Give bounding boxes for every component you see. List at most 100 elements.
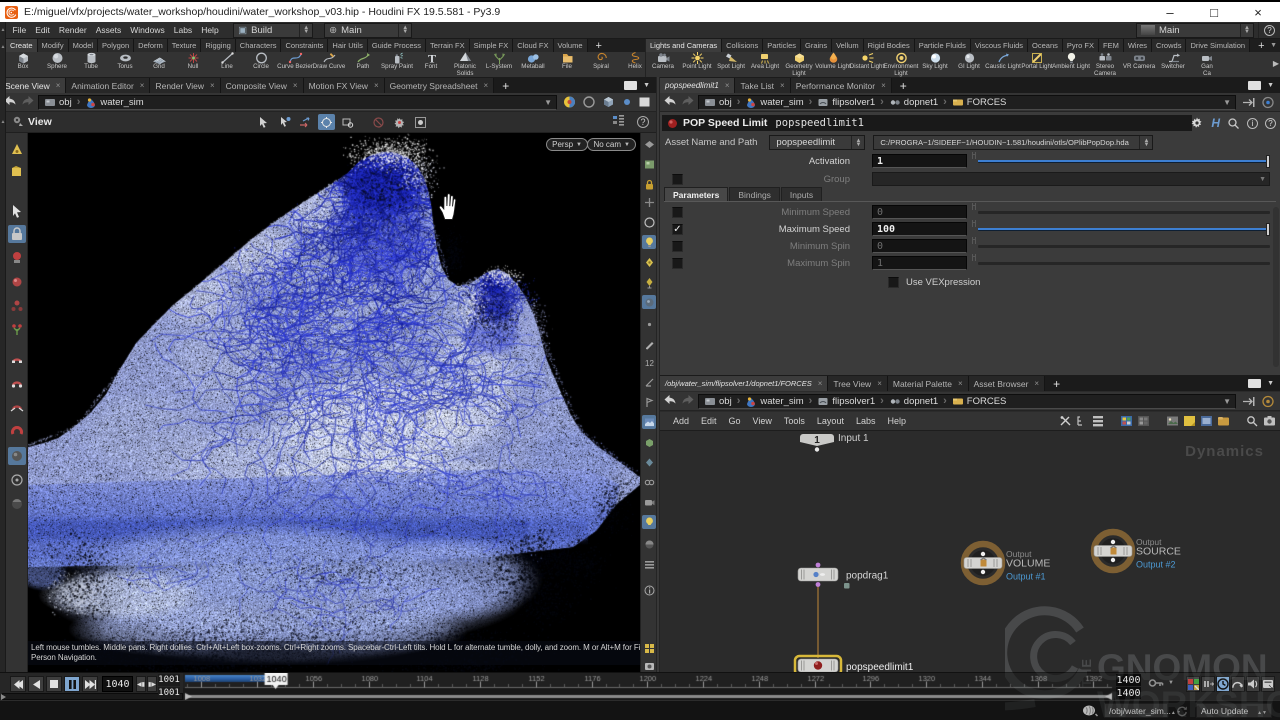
pane-menu-icon[interactable]: ▼ [1267,82,1274,89]
current-frame-field[interactable]: 1040 [102,676,133,692]
pane-tab-asset-browser[interactable]: Asset Browser× [969,376,1045,391]
scene-viewport[interactable]: Persp▼ No cam▼ Left mouse tumbles. Middl… [28,133,640,672]
pane-tab-take-list[interactable]: Take List× [735,78,790,93]
pane-tab-animation-editor[interactable]: Animation Editor× [66,78,150,93]
background-icon[interactable] [642,415,656,429]
follow-playbar-button[interactable] [1201,676,1215,692]
shelf-tool-camera[interactable]: Camera [646,51,680,77]
shelf-tools-overflow-icon[interactable]: ▶ [1273,59,1279,68]
path-segment-obj[interactable]: obj [702,97,734,108]
minimum-spin-slider[interactable] [978,239,1270,253]
network-path-field[interactable]: obj›water_sim›flipsolver1›dopnet1›FORCES… [698,95,1236,110]
shelf-tool-vr-camera[interactable]: VR Camera [1122,51,1156,77]
info-icon[interactable]: i [1247,118,1258,129]
shelfset-combo[interactable]: Main ▲▼ [1136,23,1254,38]
stop-button[interactable] [46,676,62,692]
shelf-tool-file[interactable]: File [550,51,584,77]
shelf-tool-caustic-light[interactable]: Caustic Light [986,51,1020,77]
path-segment-dopnet1[interactable]: dopnet1 [887,396,940,407]
maximize-button[interactable]: □ [1192,2,1236,22]
close-tab-icon[interactable]: × [877,379,882,388]
shelf-tool-tube[interactable]: Tube [74,51,108,77]
realtime-toggle-button[interactable] [1216,676,1230,692]
visibility-icon[interactable] [642,137,656,151]
shelfset-combo-spinner[interactable]: ▲▼ [1240,24,1253,37]
keyframe-options[interactable]: ▼ [1148,677,1174,689]
crosshair-icon[interactable] [642,195,656,209]
settings-box-icon[interactable] [412,114,429,130]
pane-tab-motion-fx-view[interactable]: Motion FX View× [304,78,385,93]
geometry-state-icon[interactable] [8,163,26,181]
path-dropdown-icon[interactable]: ▼ [540,98,556,107]
snapshot-icon[interactable] [642,659,656,673]
help-button[interactable]: ? [1258,22,1280,38]
scale-icon[interactable] [8,297,26,315]
network-box-icon[interactable] [1200,415,1213,427]
shelf-tool-ambient-light[interactable]: Ambient Light [1054,51,1088,77]
shelf-tool-l-system[interactable]: L-System [482,51,516,77]
menu-windows[interactable]: Windows [126,22,169,38]
pause-button[interactable] [64,676,80,692]
shelf-tool-point-light[interactable]: Point Light [680,51,714,77]
shelf-tool-metaball[interactable]: Metaball [516,51,550,77]
shade-icon[interactable] [642,537,656,551]
playback-end-field[interactable]: 1400 [1116,687,1141,699]
choose-network-icon[interactable] [562,95,577,109]
dopnet-sim-button[interactable] [1231,676,1245,692]
move-tool-icon[interactable] [297,114,314,130]
select-tool-icon[interactable] [255,114,272,130]
shelf-tool-spiral[interactable]: Spiral [584,51,618,77]
shelf-tool-line[interactable]: Line [210,51,244,77]
scene-image-icon[interactable] [642,157,656,171]
net-menu-tools[interactable]: Tools [778,412,811,430]
desktop-combo-spinner[interactable]: ▲▼ [398,24,411,37]
menu-file[interactable]: File [8,22,31,38]
box-zoom-tool-icon[interactable] [339,114,356,130]
select-mode-icon[interactable] [8,203,26,221]
shelf-tool-switcher[interactable]: Switcher [1156,51,1190,77]
net-menu-add[interactable]: Add [667,412,695,430]
shelf-tool-circle[interactable]: Circle [244,51,278,77]
shelf-tool-null[interactable]: Null [176,51,210,77]
path-segment-forces[interactable]: FORCES [950,97,1009,108]
activation-field[interactable]: 1 [872,154,967,168]
pane-layout-icon[interactable] [624,81,637,90]
rgb-display-button[interactable] [1186,676,1200,692]
audio-button[interactable] [1246,676,1260,692]
shelf-tool-draw-curve[interactable]: Draw Curve [312,51,346,77]
add-pane-tab-button[interactable]: + [1045,376,1068,391]
close-tab-icon[interactable]: × [210,81,215,90]
close-tab-icon[interactable]: × [725,81,730,90]
asset-name-combo[interactable]: popspeedlimit ▲▼ [769,135,865,150]
nav-forward-icon[interactable] [22,95,35,109]
param-help-icon[interactable]: ? [1265,118,1276,129]
playback-start-field[interactable]: 1001 [158,687,180,699]
display-options-icon[interactable] [612,114,626,130]
path-segment-flipsolver1[interactable]: flipsolver1 [815,97,877,108]
frame-digits-icon[interactable]: 12 [642,355,656,369]
add-pane-tab-button[interactable]: + [892,78,915,93]
network-canvas[interactable]: Dynamics 1Input 1popdrag1popspeedlimit1O… [660,431,1280,672]
shelf-tool-sky-light[interactable]: Sky Light [918,51,952,77]
org-chart-icon[interactable] [1076,415,1088,427]
minimum-spin-field[interactable]: 0 [872,239,967,253]
net-menu-help[interactable]: Help [881,412,912,430]
snap-multi-icon[interactable] [8,421,26,439]
group-dropdown-icon[interactable]: ▼ [1259,176,1266,183]
projection-pill[interactable]: Persp▼ [546,138,588,151]
close-tab-icon[interactable]: × [958,379,963,388]
key-dropdown-icon[interactable]: ▼ [1168,680,1174,686]
shelf-tool-curve-bezier[interactable]: Curve Bezier [278,51,312,77]
path-segment-forces[interactable]: FORCES [950,396,1009,407]
cube-view-icon[interactable] [601,95,616,109]
cook-mode-icon[interactable] [391,114,408,130]
menu-edit[interactable]: Edit [31,22,55,38]
shelf-tool-geometry-light[interactable]: GeometryLight [782,51,816,77]
view-menu-icon[interactable] [12,115,26,130]
path-segment-water-sim[interactable]: water_sim [743,97,805,108]
snap-point-icon[interactable] [8,373,26,391]
shelf-tool-area-light[interactable]: Area Light [748,51,782,77]
shade-mode-icon[interactable] [8,447,26,465]
shelf-tool-platonic-solids[interactable]: PlatonicSolids [448,51,482,77]
pose-icon[interactable] [8,321,26,339]
